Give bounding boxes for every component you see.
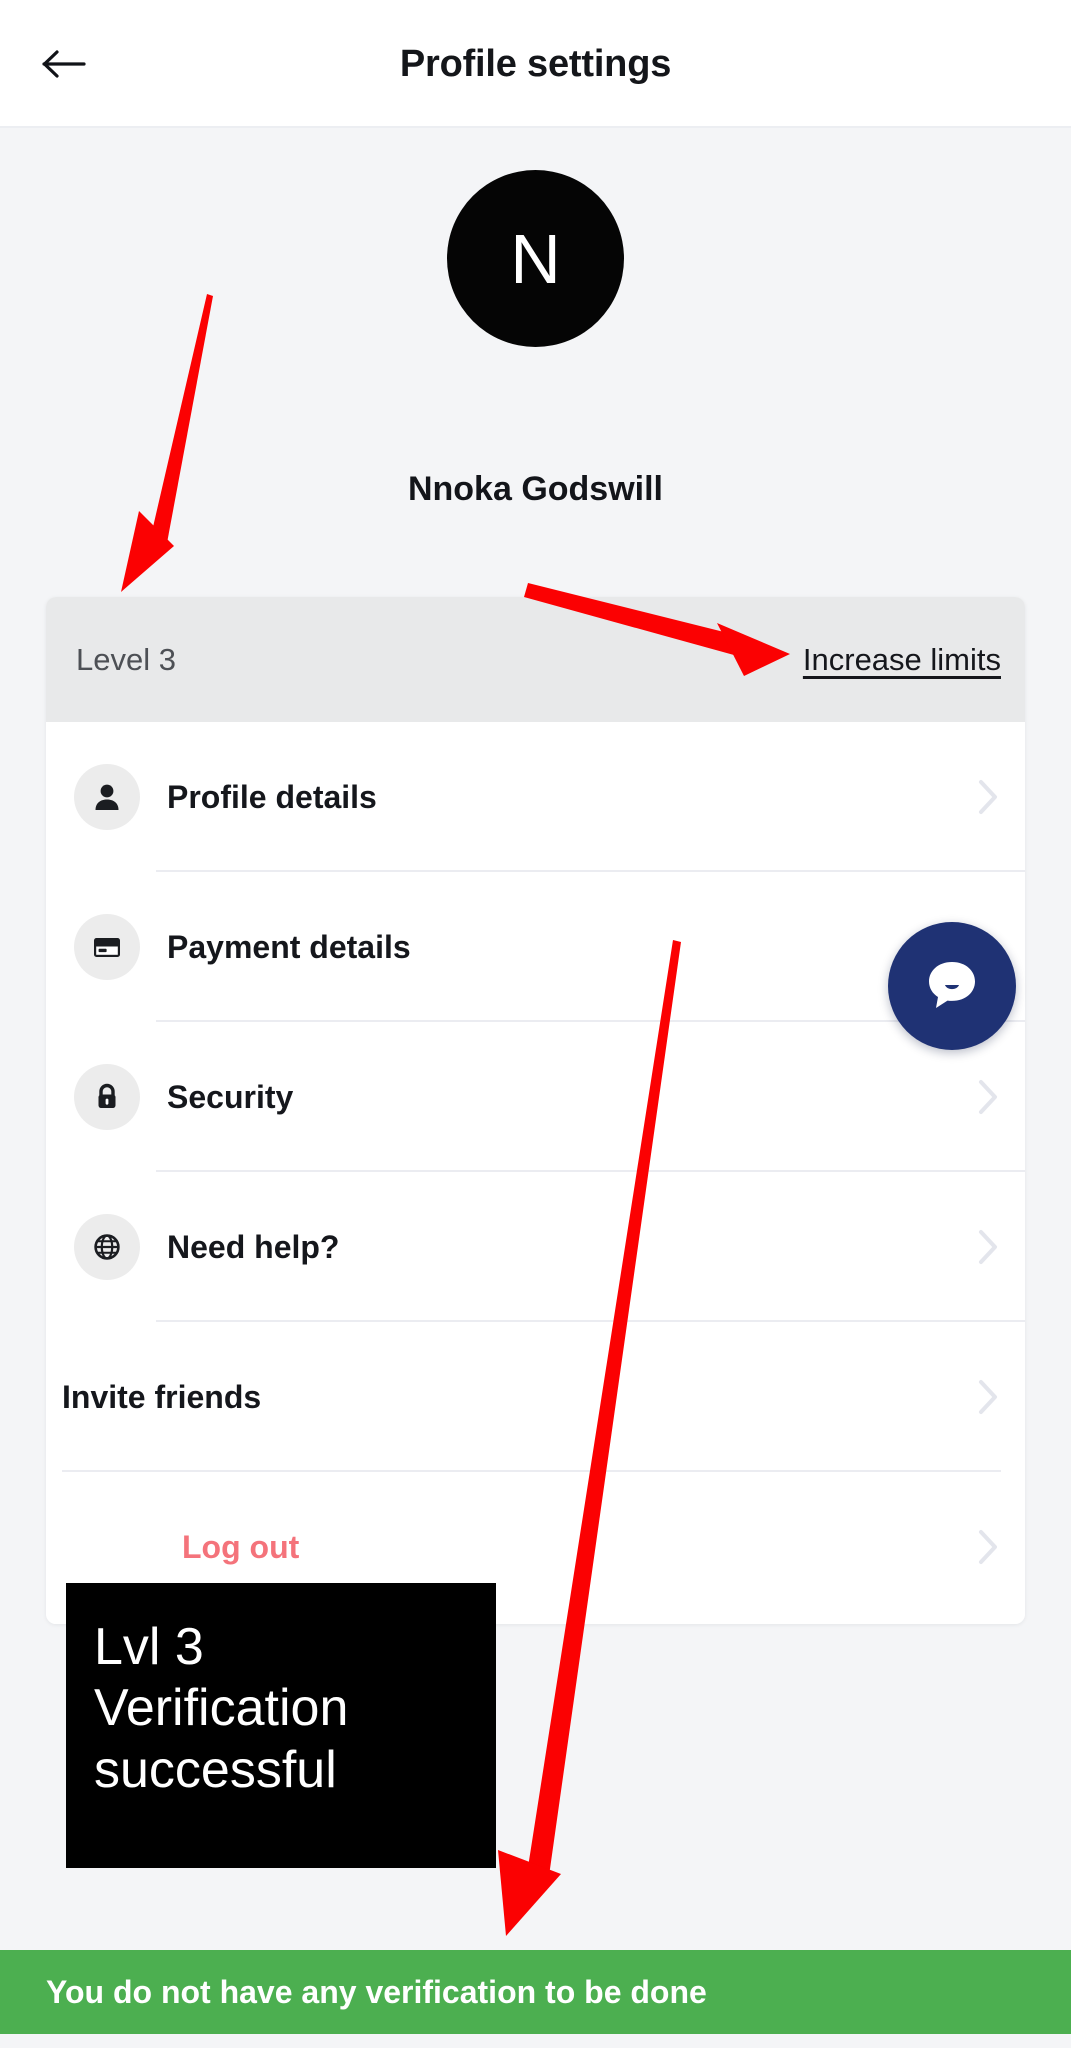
menu-item-label: Profile details <box>167 778 377 815</box>
menu-item-label: Payment details <box>167 928 411 965</box>
toast-notification: You do not have any verification to be d… <box>0 1950 1071 2034</box>
avatar-initial: N <box>510 219 561 298</box>
level-label: Level 3 <box>76 641 176 677</box>
page-title: Profile settings <box>399 42 672 85</box>
settings-card: Level 3 Increase limits Profile details <box>46 597 1025 1624</box>
menu-item-need-help[interactable]: Need help? <box>46 1172 1025 1322</box>
credit-card-icon <box>74 914 140 980</box>
menu-item-label: Invite friends <box>62 1378 262 1415</box>
increase-limits-link[interactable]: Increase limits <box>803 642 1001 678</box>
annotation-note-text: Lvl 3 Verification successful <box>94 1618 349 1799</box>
chat-support-button[interactable] <box>888 922 1016 1050</box>
menu-item-label: Security <box>167 1078 294 1115</box>
lock-icon <box>74 1064 140 1130</box>
chevron-right-icon <box>975 1077 1001 1117</box>
person-icon <box>74 764 140 830</box>
chevron-right-icon <box>975 777 1001 817</box>
annotation-arrow-1 <box>121 294 213 592</box>
chevron-right-icon <box>975 1227 1001 1267</box>
logout-label: Log out <box>182 1528 300 1565</box>
profile-settings-screen: Profile settings N Nnoka Godswill Level … <box>0 0 1071 2048</box>
settings-menu: Profile details Payment details Security… <box>46 722 1025 1624</box>
menu-item-label: Need help? <box>167 1228 340 1265</box>
app-header: Profile settings <box>0 0 1071 128</box>
chevron-right-icon <box>975 1527 1001 1567</box>
menu-item-profile-details[interactable]: Profile details <box>46 722 1025 872</box>
menu-item-invite-friends[interactable]: Invite friends <box>46 1322 1025 1472</box>
chevron-right-icon <box>975 1377 1001 1417</box>
toast-message: You do not have any verification to be d… <box>46 1973 707 2010</box>
lifebuoy-icon <box>74 1214 140 1280</box>
profile-name: Nnoka Godswill <box>407 470 664 508</box>
avatar[interactable]: N <box>447 170 624 347</box>
annotation-note-box: Lvl 3 Verification successful <box>66 1583 496 1868</box>
menu-item-payment-details[interactable]: Payment details <box>46 872 1025 1022</box>
chat-bubble-icon <box>917 949 987 1024</box>
menu-item-security[interactable]: Security <box>46 1022 1025 1172</box>
level-band: Level 3 Increase limits <box>46 597 1025 722</box>
